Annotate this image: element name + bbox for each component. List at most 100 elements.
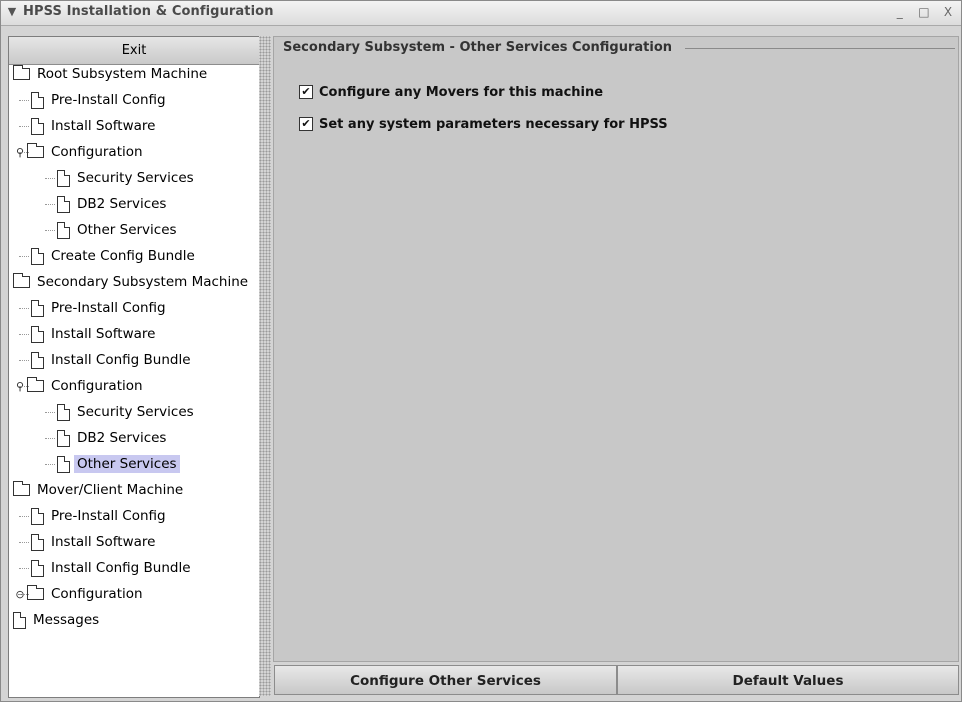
tree-item[interactable]: Pre-Install Config xyxy=(31,295,169,321)
system-parameters-checkbox[interactable]: ✔ xyxy=(299,116,313,131)
tree-item[interactable]: Security Services xyxy=(57,165,197,191)
document-icon xyxy=(57,169,70,187)
document-icon xyxy=(31,507,44,525)
document-icon xyxy=(31,325,44,343)
tree-connector xyxy=(19,152,29,153)
tree-item[interactable]: Install Software xyxy=(31,529,158,555)
document-icon xyxy=(31,351,44,369)
tree-connector xyxy=(19,542,29,543)
document-icon xyxy=(57,403,70,421)
system-parameters-label: Set any system parameters necessary for … xyxy=(319,117,668,132)
document-icon xyxy=(31,533,44,551)
tree-item[interactable]: Create Config Bundle xyxy=(31,243,198,269)
tree-item-label: Other Services xyxy=(74,455,180,473)
tree-item-label: Pre-Install Config xyxy=(51,92,166,108)
tree-item-label: DB2 Services xyxy=(77,196,167,212)
tree-connector xyxy=(19,568,29,569)
window-title: HPSS Installation & Configuration xyxy=(23,4,274,19)
document-icon xyxy=(31,91,44,109)
collapsed-handle-icon[interactable]: ⊝ xyxy=(15,582,25,608)
tree-connector xyxy=(19,516,29,517)
minimize-icon[interactable]: _ xyxy=(893,4,907,20)
group-title: Secondary Subsystem - Other Services Con… xyxy=(283,40,676,55)
tree-item[interactable]: Install Config Bundle xyxy=(31,347,194,373)
tree-item[interactable]: ⚲ Configuration xyxy=(15,139,146,165)
document-icon xyxy=(31,559,44,577)
tree-item[interactable]: Other Services xyxy=(57,217,180,243)
tree-connector xyxy=(19,308,29,309)
tree-item[interactable]: Pre-Install Config xyxy=(31,87,169,113)
maximize-icon[interactable]: □ xyxy=(917,4,931,20)
system-parameters-option[interactable]: ✔ Set any system parameters necessary for… xyxy=(299,115,668,135)
tree-item[interactable]: Mover/Client Machine xyxy=(13,477,186,503)
tree-item[interactable]: ⊝ Configuration xyxy=(15,581,146,607)
tree-item[interactable]: Install Software xyxy=(31,113,158,139)
tree-item-label: Root Subsystem Machine xyxy=(37,66,208,82)
tree-item-label: Secondary Subsystem Machine xyxy=(37,274,249,290)
default-values-button[interactable]: Default Values xyxy=(617,665,959,695)
tree-item[interactable]: Pre-Install Config xyxy=(31,503,169,529)
folder-icon xyxy=(27,585,44,600)
configure-movers-label: Configure any Movers for this machine xyxy=(319,85,604,100)
tree-item-label: Pre-Install Config xyxy=(51,508,166,524)
tree-item[interactable]: Root Subsystem Machine xyxy=(13,61,210,87)
document-icon xyxy=(57,221,70,239)
tree-connector xyxy=(19,100,29,101)
group-border-line xyxy=(685,48,955,49)
split-pane-divider[interactable] xyxy=(259,36,271,696)
tree-item-label: Install Config Bundle xyxy=(51,560,191,576)
document-icon xyxy=(13,611,26,629)
tree-item-label: Install Software xyxy=(51,326,156,342)
tree-item-label: Security Services xyxy=(77,170,194,186)
expanded-handle-icon[interactable]: ⚲ xyxy=(15,374,25,400)
tree-item[interactable]: ⚲ Configuration xyxy=(15,373,146,399)
expanded-handle-icon[interactable]: ⚲ xyxy=(15,140,25,166)
tree-connector xyxy=(19,126,29,127)
tree-item[interactable]: DB2 Services xyxy=(57,191,169,217)
document-icon xyxy=(31,247,44,265)
tree-item[interactable]: Security Services xyxy=(57,399,197,425)
tree-item-label: Install Config Bundle xyxy=(51,352,191,368)
application-window: ▼ HPSS Installation & Configuration _ □ … xyxy=(0,0,962,702)
title-bar[interactable]: ▼ HPSS Installation & Configuration _ □ … xyxy=(1,1,961,26)
configure-movers-option[interactable]: ✔ Configure any Movers for this machine xyxy=(299,83,603,103)
tree-item-label: Install Software xyxy=(51,118,156,134)
navigation-panel: Exit Root Subsystem Machine Pre-Install C… xyxy=(8,36,260,698)
document-icon xyxy=(31,299,44,317)
tree-item-label: Configuration xyxy=(51,378,143,394)
tree-item-label: Create Config Bundle xyxy=(51,248,195,264)
tree-item-label: Pre-Install Config xyxy=(51,300,166,316)
document-icon xyxy=(31,117,44,135)
tree-connector xyxy=(45,178,55,179)
tree-item-label: Security Services xyxy=(77,404,194,420)
tree-item-label: Mover/Client Machine xyxy=(37,482,184,498)
tree-item-label: Install Software xyxy=(51,534,156,550)
tree-item[interactable]: Install Software xyxy=(31,321,158,347)
folder-icon xyxy=(13,273,30,288)
configure-other-services-button[interactable]: Configure Other Services xyxy=(274,665,617,695)
folder-icon xyxy=(13,481,30,496)
tree-connector xyxy=(45,230,55,231)
tree-connector xyxy=(45,464,55,465)
tree-item-label: DB2 Services xyxy=(77,430,167,446)
tree-item[interactable]: Install Config Bundle xyxy=(31,555,194,581)
close-icon[interactable]: X xyxy=(941,4,955,20)
tree-item-label: Configuration xyxy=(51,586,143,602)
tree-connector xyxy=(19,334,29,335)
configure-movers-checkbox[interactable]: ✔ xyxy=(299,84,313,99)
document-icon xyxy=(57,429,70,447)
tree-item[interactable]: Secondary Subsystem Machine xyxy=(13,269,251,295)
tree-connector xyxy=(19,256,29,257)
window-controls: _ □ X xyxy=(887,4,955,22)
tree-connector xyxy=(19,386,29,387)
tree-item[interactable]: Other Services xyxy=(57,451,180,477)
tree-item[interactable]: Messages xyxy=(13,607,102,633)
tree-connector xyxy=(19,594,29,595)
tree-item-label: Messages xyxy=(33,612,100,628)
folder-icon xyxy=(27,377,44,392)
folder-icon xyxy=(27,143,44,158)
document-icon xyxy=(57,195,70,213)
tree-item[interactable]: DB2 Services xyxy=(57,425,169,451)
document-icon xyxy=(57,455,70,473)
window-menu-chevron-icon[interactable]: ▼ xyxy=(5,5,19,19)
